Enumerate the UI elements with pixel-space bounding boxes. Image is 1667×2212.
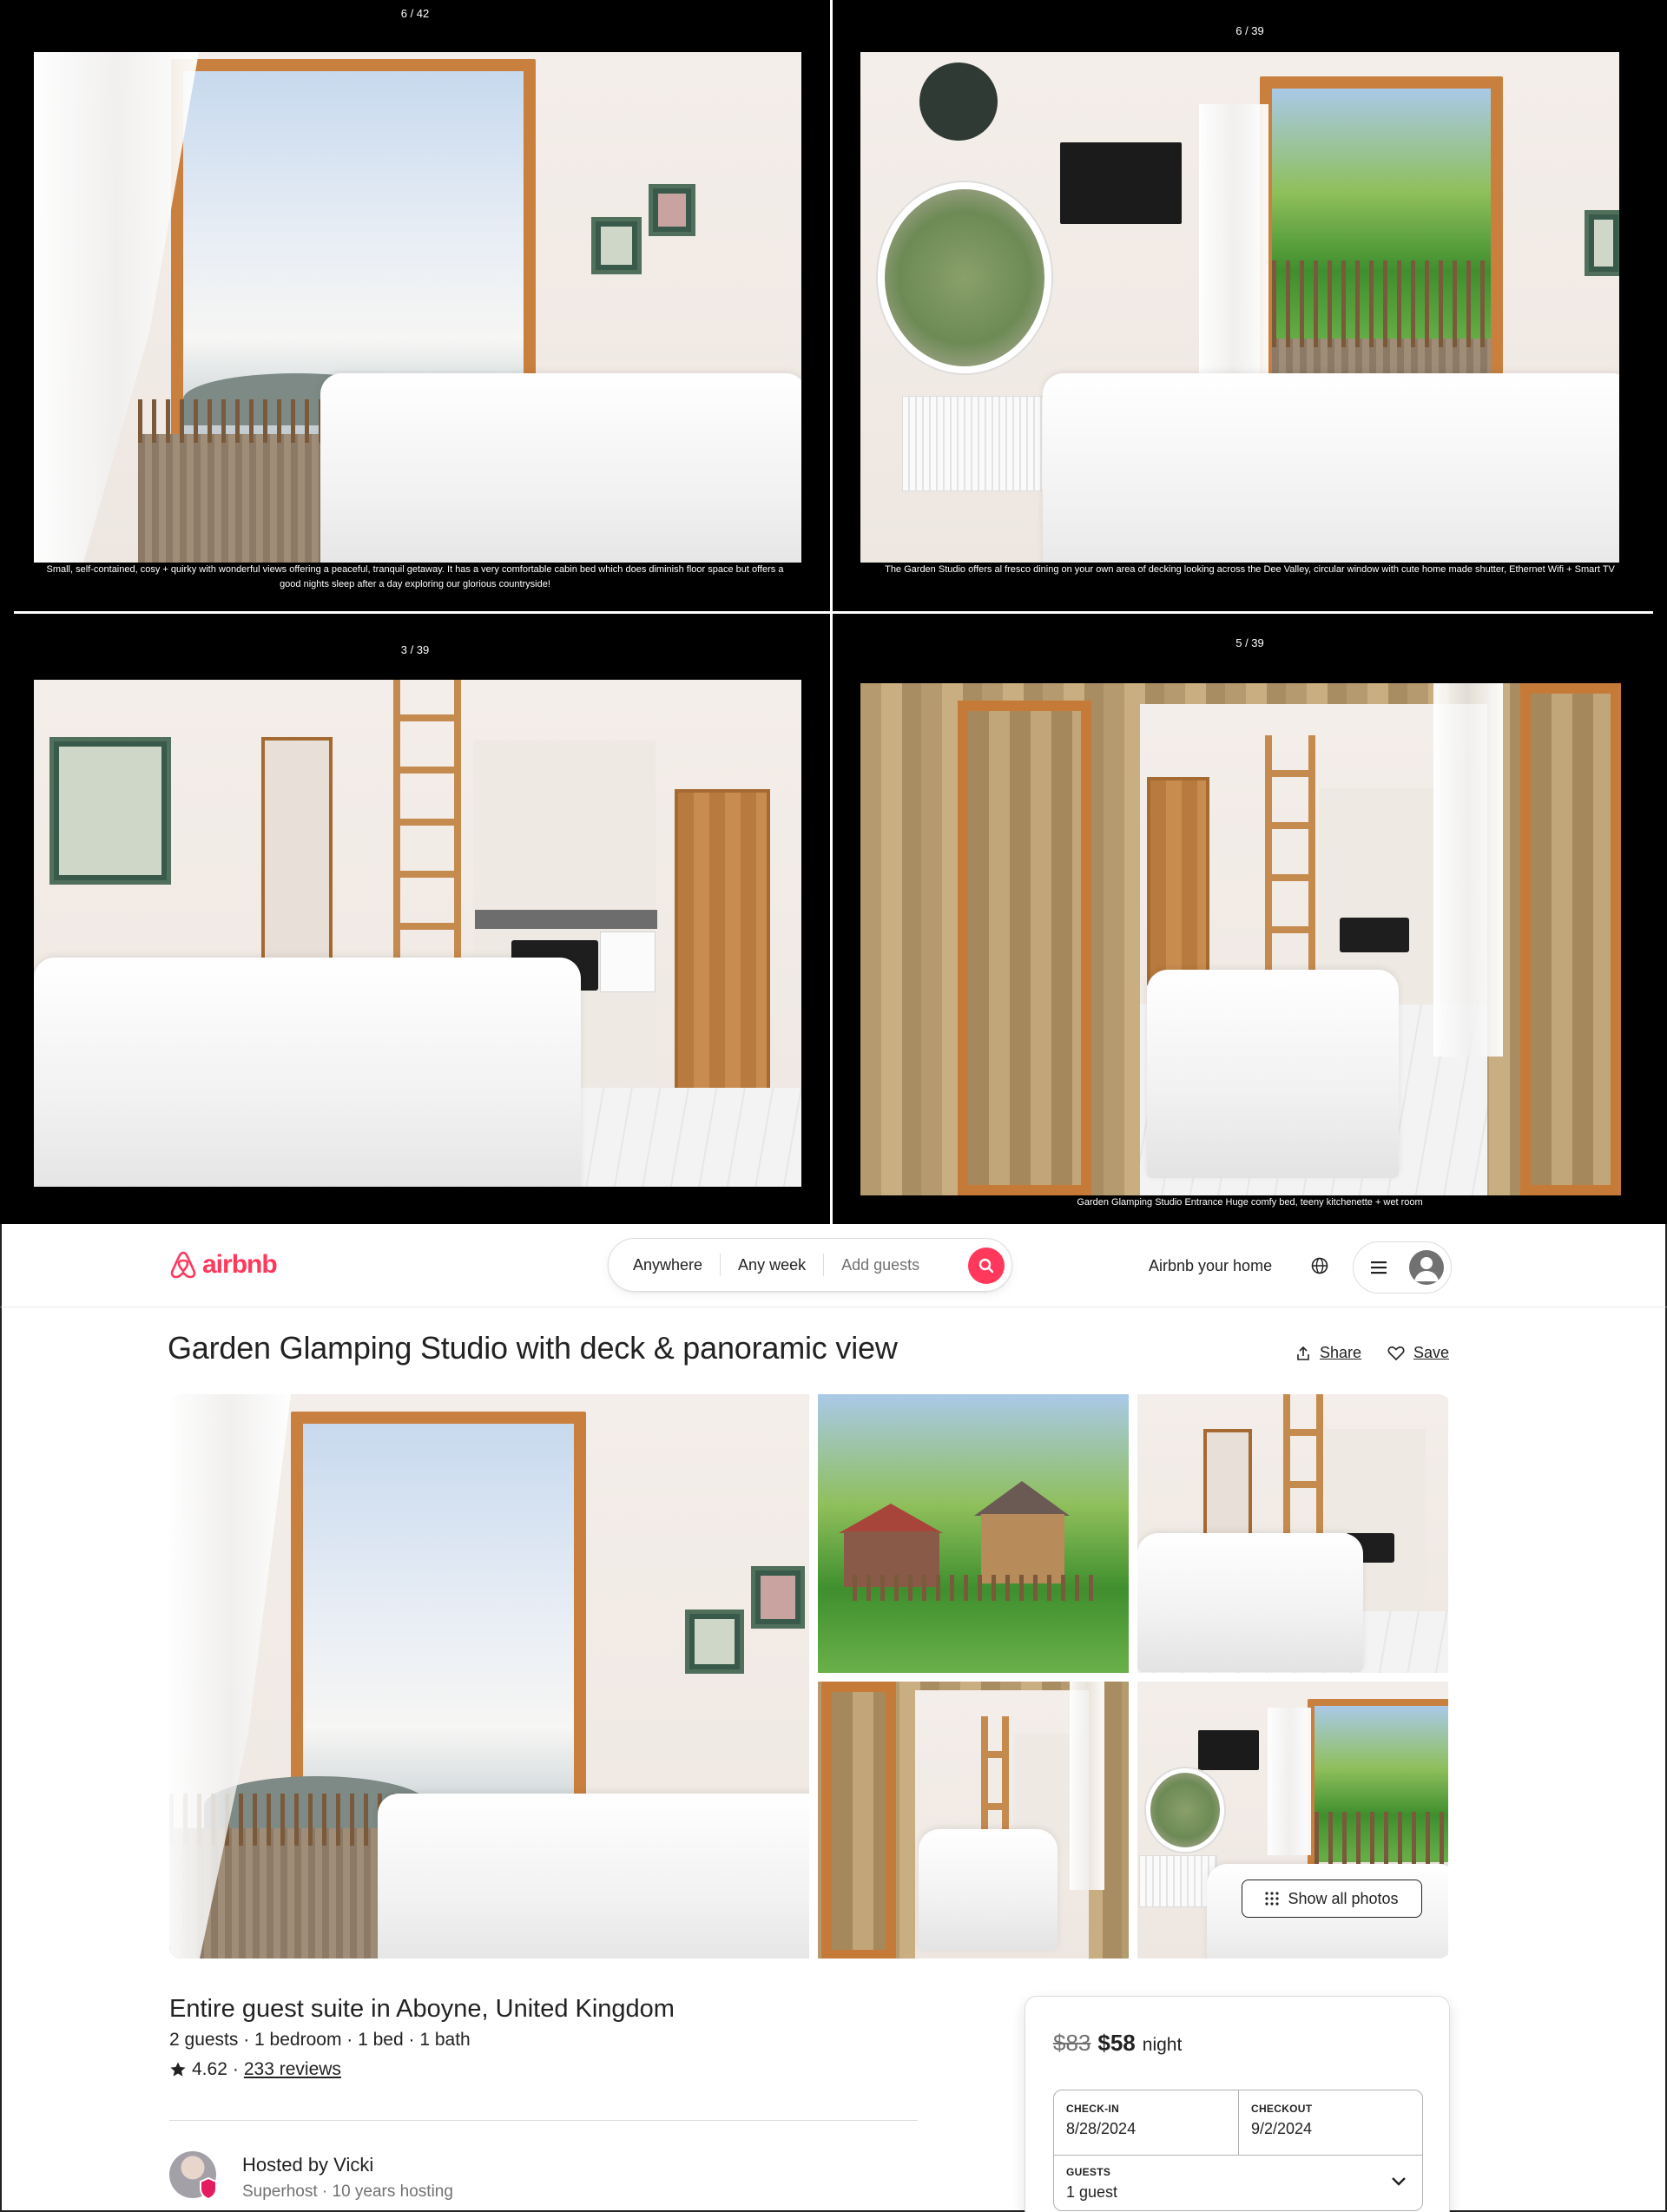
photo-counter: 6 / 39 <box>1235 24 1264 37</box>
checkin-value: 8/28/2024 <box>1066 2120 1137 2137</box>
show-all-photos-button[interactable]: Show all photos <box>1242 1880 1422 1918</box>
photo-caption: Garden Glamping Studio Entrance Huge com… <box>1077 1197 1423 1208</box>
price-line: $83 $58 night <box>1053 2030 1182 2057</box>
gallery-photo-exterior[interactable] <box>818 1394 1129 1673</box>
photo-counter: 5 / 39 <box>1235 636 1264 649</box>
listing-page: Garden Glamping Studio with deck & panor… <box>0 1307 1667 2212</box>
photo-tv-round-window[interactable] <box>860 52 1619 563</box>
rating-separator: · <box>232 2059 239 2079</box>
airbnb-your-home-link[interactable]: Airbnb your home <box>1149 1257 1272 1275</box>
search-anywhere[interactable]: Anywhere <box>616 1256 720 1274</box>
hosted-by-label: Hosted by Vicki <box>242 2154 374 2176</box>
save-label: Save <box>1413 1344 1450 1361</box>
photo-studio-entrance[interactable] <box>860 683 1621 1195</box>
site-header: airbnb Anywhere Any week Add guests Airb… <box>0 1224 1667 1307</box>
logo-wordmark: airbnb <box>202 1250 278 1279</box>
booking-card: $83 $58 night CHECK-IN 8/28/2024 CHECKOU… <box>1025 1996 1450 2212</box>
host-meta: Superhost · 10 years hosting <box>242 2182 453 2201</box>
photo-kitchenette-ladder[interactable] <box>34 680 801 1187</box>
photo-caption: The Garden Studio offers al fresco dinin… <box>885 564 1615 575</box>
save-button[interactable]: Save <box>1387 1344 1449 1362</box>
listing-subtitle: Entire guest suite in Aboyne, United Kin… <box>169 1995 675 2023</box>
globe-icon <box>1311 1257 1328 1274</box>
checkin-label: CHECK-IN <box>1066 2103 1120 2115</box>
panel-divider-horizontal <box>14 611 1653 614</box>
share-icon <box>1297 1346 1309 1360</box>
guests-label: GUESTS <box>1066 2166 1111 2178</box>
photo-lightbox-grid: 6 / 42 Small, self-contained, cosy + qui… <box>0 0 1667 1224</box>
checkout-label: CHECKOUT <box>1251 2103 1313 2115</box>
photo-bedroom-view[interactable] <box>34 52 801 563</box>
rating-value: 4.62 <box>192 2059 227 2079</box>
share-button[interactable]: Share <box>1295 1344 1361 1362</box>
gallery-photo-kitchenette[interactable] <box>1137 1394 1448 1673</box>
share-label: Share <box>1320 1344 1362 1361</box>
listing-rating: 4.62 · 233 reviews <box>169 2059 341 2080</box>
user-menu-button[interactable] <box>1353 1241 1452 1294</box>
menu-icon <box>1371 1261 1387 1274</box>
search-button[interactable] <box>968 1248 1005 1284</box>
airbnb-logo[interactable]: airbnb <box>169 1250 278 1280</box>
guests-value: 1 guest <box>1066 2183 1118 2201</box>
gallery-photo-entrance[interactable] <box>818 1682 1129 1959</box>
lightbox-panel-4: 5 / 39 Garden Glamping Studio Entrance H… <box>833 614 1667 1224</box>
lightbox-panel-3: 3 / 39 <box>0 614 830 1224</box>
reviews-link[interactable]: 233 reviews <box>244 2059 341 2080</box>
photo-counter: 6 / 42 <box>400 7 430 20</box>
user-avatar-icon <box>1409 1250 1444 1285</box>
checkout-value: 9/2/2024 <box>1251 2120 1313 2137</box>
photo-gallery: Show all photos <box>169 1394 1451 1959</box>
date-guest-picker: CHECK-IN 8/28/2024 CHECKOUT 9/2/2024 GUE… <box>1053 2090 1423 2211</box>
guests-field[interactable]: GUESTS 1 guest <box>1054 2155 1422 2210</box>
photo-caption: Small, self-contained, cosy + quirky wit… <box>46 564 784 589</box>
price-unit: night <box>1142 2035 1183 2055</box>
search-any-week[interactable]: Any week <box>721 1256 823 1274</box>
search-icon <box>978 1258 994 1274</box>
gallery-main-photo[interactable] <box>169 1394 809 1959</box>
language-button[interactable] <box>1311 1257 1328 1279</box>
listing-title: Garden Glamping Studio with deck & panor… <box>168 1330 898 1366</box>
star-icon <box>170 2062 186 2077</box>
superhost-badge-icon <box>200 2177 217 2200</box>
photo-counter: 3 / 39 <box>400 643 430 656</box>
search-add-guests[interactable]: Add guests <box>824 1256 937 1274</box>
search-bar[interactable]: Anywhere Any week Add guests <box>608 1238 1012 1292</box>
airbnb-logo-icon <box>170 1251 196 1279</box>
section-divider <box>169 2120 918 2121</box>
grid-dots-icon <box>1265 1892 1280 1906</box>
chevron-down-icon <box>1392 2177 1406 2186</box>
lightbox-panel-1: 6 / 42 Small, self-contained, cosy + qui… <box>0 0 830 611</box>
checkout-field[interactable]: CHECKOUT 9/2/2024 <box>1239 2090 1422 2155</box>
heart-icon <box>1387 1346 1405 1360</box>
checkin-field[interactable]: CHECK-IN 8/28/2024 <box>1054 2090 1238 2155</box>
original-price: $83 <box>1053 2030 1091 2056</box>
discounted-price: $58 <box>1097 2030 1136 2056</box>
listing-specs: 2 guests · 1 bedroom · 1 bed · 1 bath <box>169 2030 471 2050</box>
lightbox-panel-2: 6 / 39 The Garden Studio offers al fresc… <box>833 0 1667 611</box>
show-all-photos-label: Show all photos <box>1288 1889 1399 1907</box>
